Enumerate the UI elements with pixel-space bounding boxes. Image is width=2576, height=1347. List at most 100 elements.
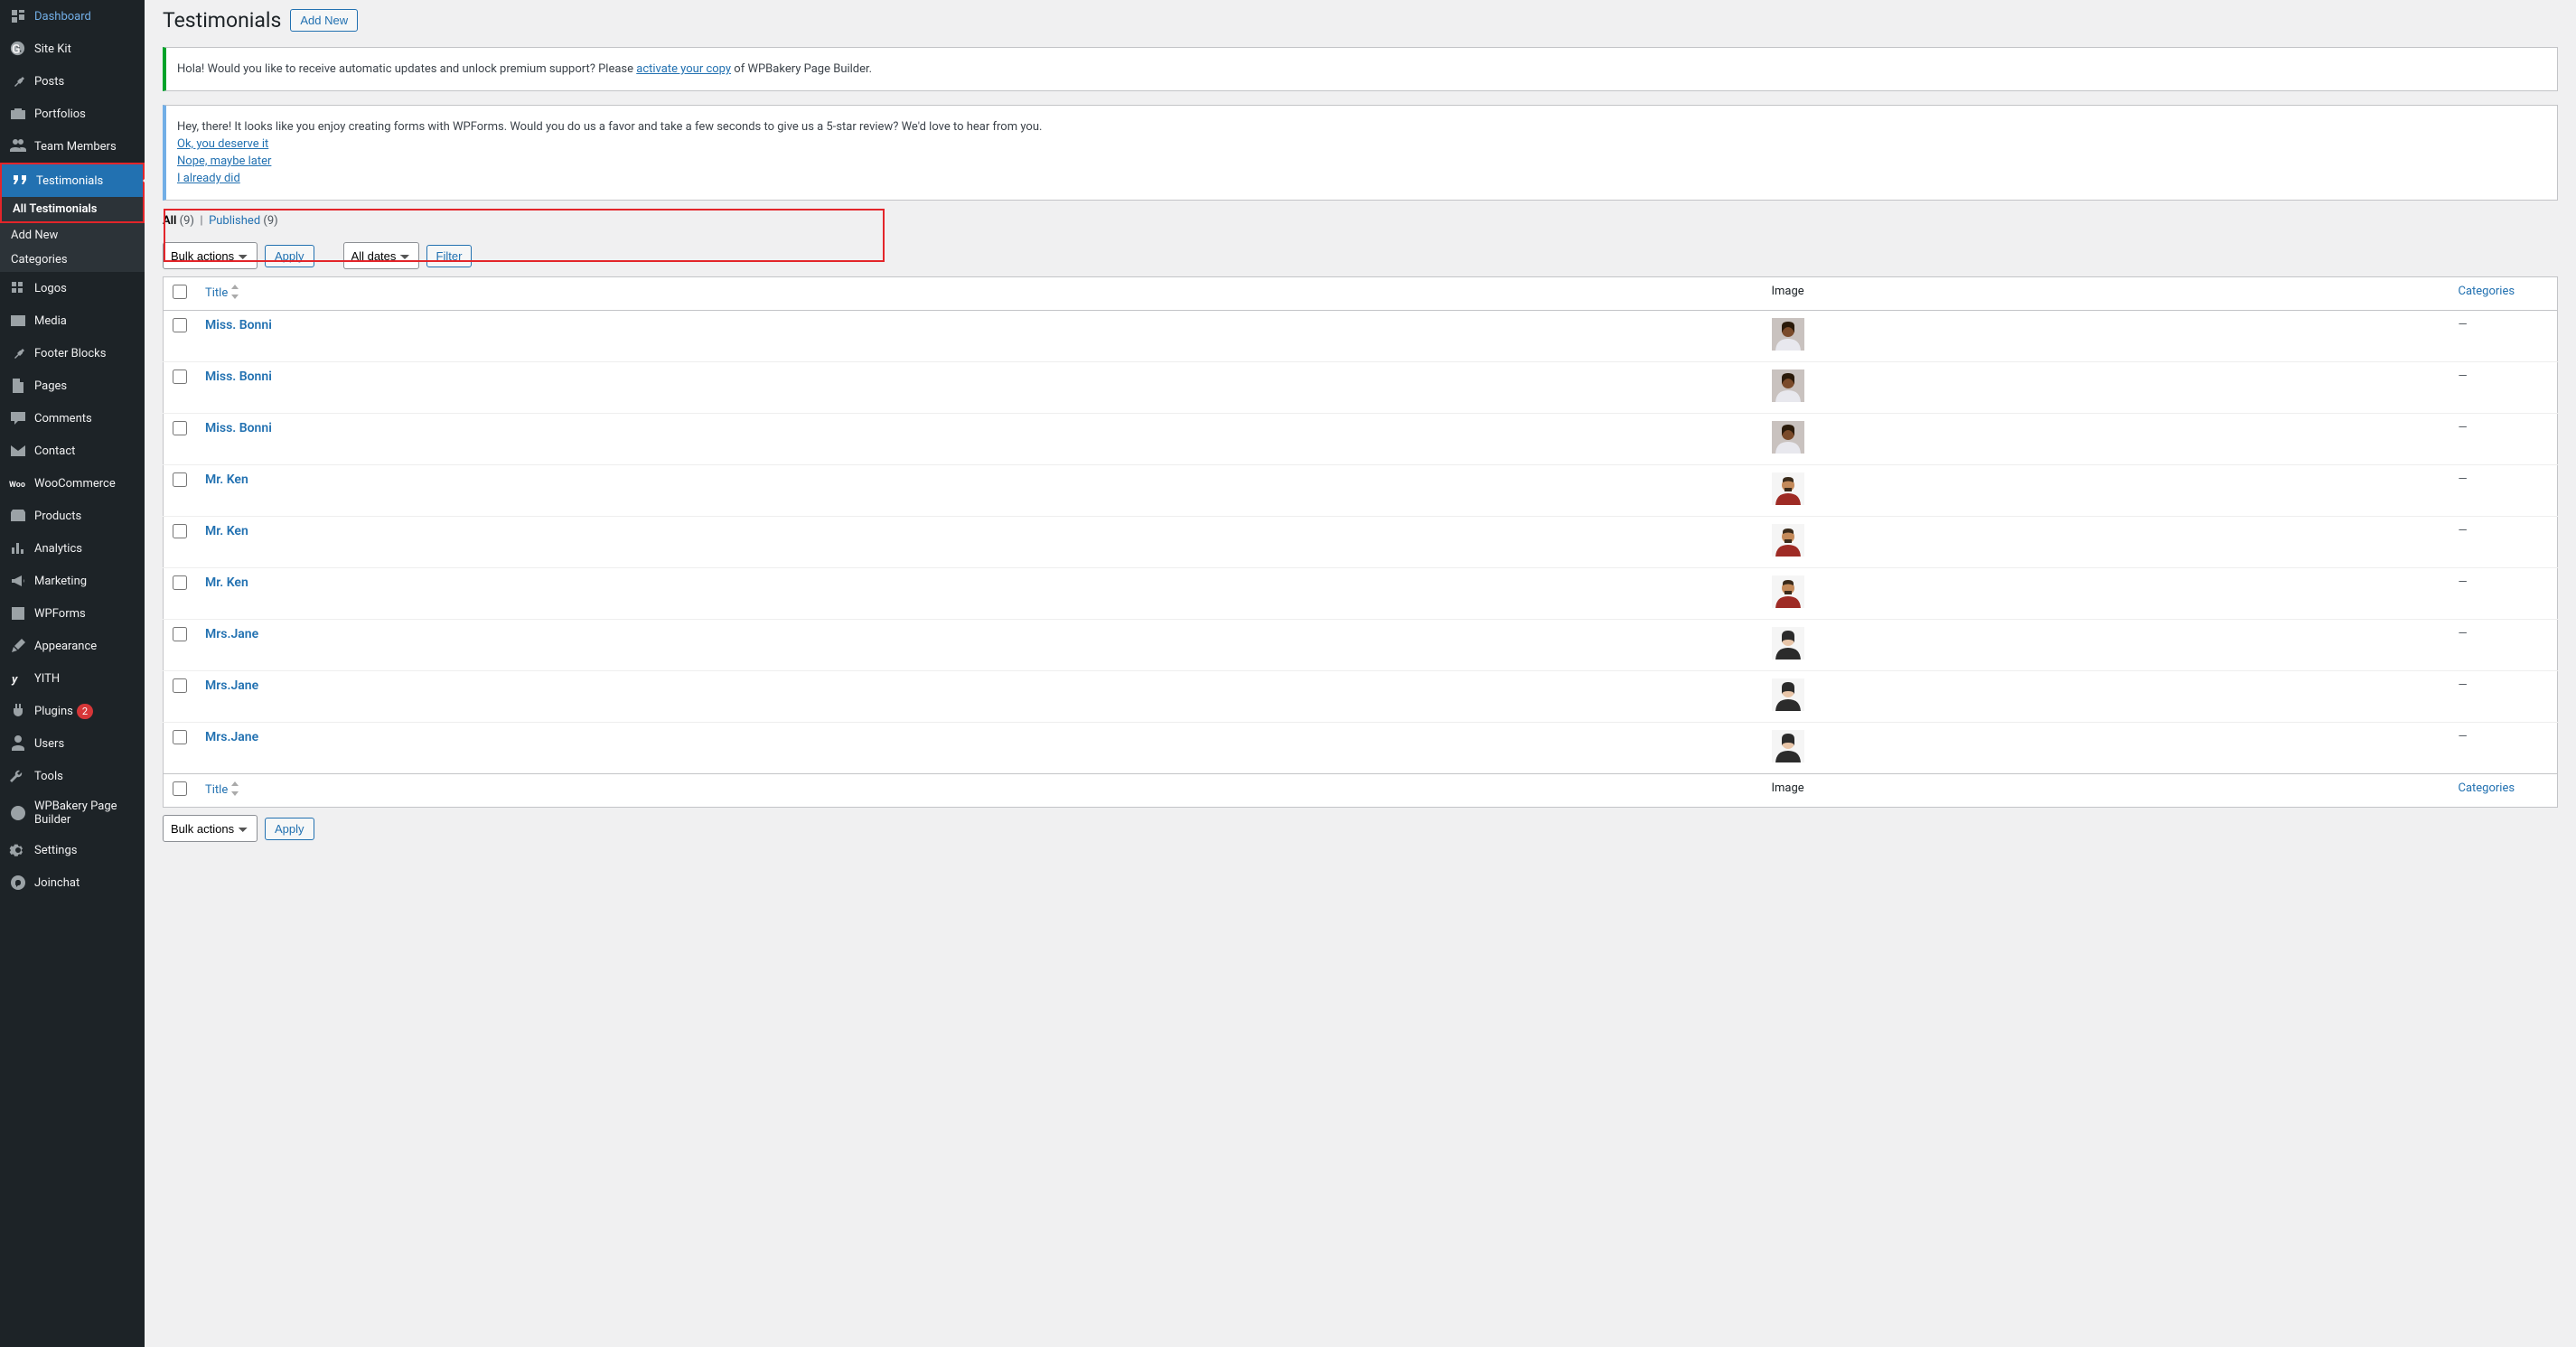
apply-button[interactable]: Apply	[265, 245, 314, 267]
activate-link[interactable]: activate your copy	[636, 62, 731, 76]
row-checkbox[interactable]	[173, 678, 187, 693]
sidebar-item-label: Logos	[34, 282, 67, 295]
settings-icon	[9, 841, 27, 859]
table-row: Mr. Ken—	[164, 517, 2558, 568]
sidebar-item-logos[interactable]: Logos	[0, 272, 145, 304]
row-title-link[interactable]: Mr. Ken	[205, 472, 248, 487]
title-column-footer[interactable]: Title	[196, 774, 1763, 808]
sidebar-item-portfolios[interactable]: Portfolios	[0, 98, 145, 130]
sidebar-item-users[interactable]: Users	[0, 727, 145, 760]
row-checkbox[interactable]	[173, 472, 187, 487]
testimonials-table: Title Image Categories Miss. Bonni — Miss.…	[163, 276, 2558, 808]
avatar	[1772, 472, 1804, 505]
row-checkbox[interactable]	[173, 730, 187, 744]
sidebar-item-wpforms[interactable]: WPForms	[0, 597, 145, 630]
filter-published[interactable]: Published	[209, 214, 260, 228]
sidebar-item-testimonials[interactable]: Testimonials	[2, 164, 143, 197]
sidebar-item-posts[interactable]: Posts	[0, 65, 145, 98]
submenu-item-add-new[interactable]: Add New	[0, 223, 145, 248]
sidebar-item-label: Testimonials	[36, 174, 103, 188]
sidebar-item-analytics[interactable]: Analytics	[0, 532, 145, 565]
select-all-checkbox[interactable]	[173, 285, 187, 299]
row-categories: —	[2450, 414, 2558, 465]
sidebar-item-label: Site Kit	[34, 42, 71, 56]
form-icon	[9, 604, 27, 622]
bulk-actions-select[interactable]: Bulk actions	[163, 242, 258, 269]
product-icon	[9, 507, 27, 525]
dashboard-icon	[9, 7, 27, 25]
sidebar-item-label: YITH	[34, 672, 60, 686]
apply-button-bottom[interactable]: Apply	[265, 818, 314, 840]
table-row: Mrs.Jane—	[164, 671, 2558, 723]
notice-text: Hey, there! It looks like you enjoy crea…	[177, 120, 2546, 134]
row-title-link[interactable]: Miss. Bonni	[205, 318, 272, 332]
wrench-icon	[9, 767, 27, 785]
sidebar-item-contact[interactable]: Contact	[0, 435, 145, 467]
row-checkbox[interactable]	[173, 524, 187, 538]
table-row: Mr. Ken—	[164, 465, 2558, 517]
update-badge: 2	[77, 704, 93, 719]
date-filter-select[interactable]: All dates	[343, 242, 419, 269]
categories-column-footer: Categories	[2450, 774, 2558, 808]
row-checkbox[interactable]	[173, 369, 187, 384]
submenu-item-categories[interactable]: Categories	[0, 248, 145, 272]
sidebar-item-marketing[interactable]: Marketing	[0, 565, 145, 597]
bulk-actions-select-bottom[interactable]: Bulk actions	[163, 815, 258, 842]
wpbakery-notice: Hola! Would you like to receive automati…	[163, 47, 2558, 91]
filter-button[interactable]: Filter	[426, 245, 473, 267]
sidebar-item-team-members[interactable]: Team Members	[0, 130, 145, 163]
row-title-link[interactable]: Mr. Ken	[205, 524, 248, 538]
sidebar-item-label: Footer Blocks	[34, 347, 106, 360]
sidebar-item-joinchat[interactable]: Joinchat	[0, 866, 145, 899]
add-new-button[interactable]: Add New	[290, 9, 358, 32]
sidebar-item-yith[interactable]: y YITH	[0, 662, 145, 695]
sidebar-item-dashboard[interactable]: Dashboard	[0, 0, 145, 33]
row-title-link[interactable]: Miss. Bonni	[205, 421, 272, 435]
sidebar-item-label: Comments	[34, 412, 92, 426]
row-categories: —	[2450, 620, 2558, 671]
sidebar-item-woocommerce[interactable]: WooWooCommerce	[0, 467, 145, 500]
sidebar-item-comments[interactable]: Comments	[0, 402, 145, 435]
select-all-checkbox-bottom[interactable]	[173, 781, 187, 796]
sidebar-item-label: Settings	[34, 844, 77, 857]
row-categories: —	[2450, 362, 2558, 414]
row-title-link[interactable]: Miss. Bonni	[205, 369, 272, 384]
table-row: Miss. Bonni—	[164, 311, 2558, 362]
row-checkbox[interactable]	[173, 575, 187, 590]
image-column-header: Image	[1763, 277, 2450, 311]
review-later-link[interactable]: Nope, maybe later	[177, 154, 271, 168]
sidebar-item-appearance[interactable]: Appearance	[0, 630, 145, 662]
row-checkbox[interactable]	[173, 318, 187, 332]
row-title-link[interactable]: Mrs.Jane	[205, 627, 258, 641]
sidebar-item-label: Plugins	[34, 705, 73, 718]
table-row: Mrs.Jane —	[164, 620, 2558, 671]
sidebar-item-media[interactable]: Media	[0, 304, 145, 337]
row-title-link[interactable]: Mrs.Jane	[205, 730, 258, 744]
review-ok-link[interactable]: Ok, you deserve it	[177, 137, 268, 151]
sidebar-item-label: WooCommerce	[34, 477, 116, 491]
sidebar-item-wpbakery-page-builder[interactable]: WPBakery Page Builder	[0, 792, 145, 834]
sidebar-item-label: Users	[34, 737, 64, 751]
sidebar-item-label: Posts	[34, 75, 64, 89]
main-content: Testimonials Add New Hola! Would you lik…	[145, 0, 2576, 1347]
table-row: Miss. Bonni —	[164, 362, 2558, 414]
sidebar-item-settings[interactable]: Settings	[0, 834, 145, 866]
sidebar-item-label: Dashboard	[34, 10, 91, 23]
row-title-link[interactable]: Mr. Ken	[205, 575, 248, 590]
row-checkbox[interactable]	[173, 421, 187, 435]
sidebar-item-products[interactable]: Products	[0, 500, 145, 532]
filter-all[interactable]: All	[163, 214, 176, 228]
sidebar-item-site-kit[interactable]: GSite Kit	[0, 33, 145, 65]
portfolio-icon	[9, 105, 27, 123]
sidebar-item-pages[interactable]: Pages	[0, 369, 145, 402]
title-column-header[interactable]: Title	[196, 277, 1763, 311]
row-title-link[interactable]: Mrs.Jane	[205, 678, 258, 693]
review-did-link[interactable]: I already did	[177, 172, 240, 185]
sidebar-item-footer-blocks[interactable]: Footer Blocks	[0, 337, 145, 369]
row-checkbox[interactable]	[173, 627, 187, 641]
yith-icon: y	[9, 669, 27, 688]
submenu-item-all-testimonials[interactable]: All Testimonials	[2, 197, 143, 221]
sidebar-item-tools[interactable]: Tools	[0, 760, 145, 792]
sidebar-item-label: Marketing	[34, 575, 87, 588]
sidebar-item-plugins[interactable]: Plugins 2	[0, 695, 145, 727]
